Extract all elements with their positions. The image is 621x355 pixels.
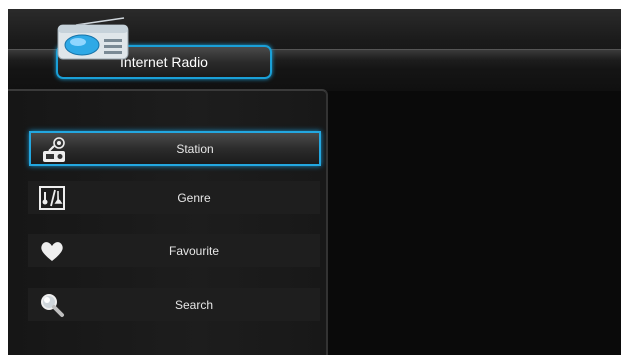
menu-item-label: Favourite (168, 243, 220, 258)
menu-item-genre[interactable]: Genre (28, 181, 320, 214)
menu-panel: Station Genre Favourite Search (8, 89, 328, 355)
heart-icon (41, 242, 63, 261)
magnifier-icon (41, 294, 64, 317)
menu-item-search[interactable]: Search (28, 288, 320, 321)
page-title: Internet Radio (120, 54, 208, 70)
tv-screen: Internet Radio Station Genre Favourite S… (8, 9, 621, 355)
menu-item-station[interactable]: Station (29, 131, 321, 166)
menu-item-favourite[interactable]: Favourite (28, 234, 320, 267)
station-radio-icon (43, 137, 65, 162)
genre-icon (39, 186, 65, 210)
menu-item-label: Search (174, 297, 214, 312)
menu-item-label: Station (176, 141, 214, 156)
menu-item-label: Genre (177, 190, 211, 205)
content-area (328, 91, 621, 355)
radio-icon (57, 17, 129, 60)
